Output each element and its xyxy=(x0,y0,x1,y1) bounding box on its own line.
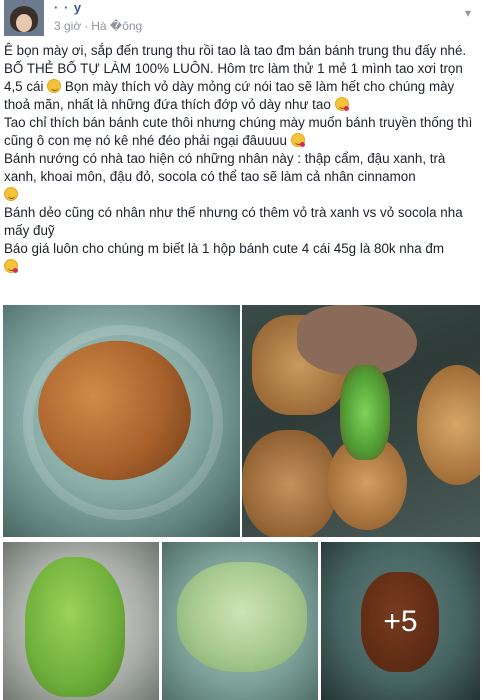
grin-emoji-icon xyxy=(47,79,62,93)
photo-mooncake-baked[interactable] xyxy=(3,305,240,537)
kiss-emoji-icon xyxy=(4,259,18,273)
post-header: · · y 3 giờ · Hà �ông ▾ xyxy=(0,0,483,40)
post-paragraph: Ê bọn mày ơi, sắp đến trung thu rồi tao … xyxy=(4,43,467,112)
sweat-emoji-icon xyxy=(4,187,18,201)
post-paragraph: Bánh nướng có nhà tao hiện có những nhân… xyxy=(4,151,446,184)
post-paragraph: Bánh dẻo cũng có nhân như thế nhưng có t… xyxy=(4,205,463,238)
post-paragraph xyxy=(4,186,478,204)
post-text: Ê bọn mày ơi, sắp đến trung thu rồi tao … xyxy=(4,42,478,276)
author-avatar[interactable] xyxy=(4,0,44,36)
photo-mooncake-fish[interactable] xyxy=(162,542,318,700)
post-location[interactable]: Hà �ông xyxy=(91,19,142,33)
post-paragraph xyxy=(4,258,478,276)
post-meta: 3 giờ · Hà �ông xyxy=(54,19,142,33)
more-photos-count[interactable]: +5 xyxy=(321,542,480,700)
kiss-emoji-icon xyxy=(290,133,305,147)
chevron-down-icon[interactable]: ▾ xyxy=(465,6,471,20)
photo-grid: +5 xyxy=(0,305,483,700)
kiss-emoji-icon xyxy=(334,97,349,111)
author-name[interactable]: · · y xyxy=(54,0,82,15)
photo-mooncakes-assorted[interactable] xyxy=(242,305,480,537)
photo-mooncake-green-bunny[interactable] xyxy=(3,542,159,700)
facebook-post: · · y 3 giờ · Hà �ông ▾ Ê bọn mày ơi, sắ… xyxy=(0,0,483,700)
meta-separator: · xyxy=(84,19,89,33)
post-time[interactable]: 3 giờ xyxy=(54,19,81,33)
post-paragraph: Báo giá luôn cho chúng m biết là 1 hộp b… xyxy=(4,241,444,256)
photo-mooncake-more[interactable]: +5 xyxy=(321,542,480,700)
post-paragraph: Tao chỉ thích bán bánh cute thôi nhưng c… xyxy=(4,115,473,148)
